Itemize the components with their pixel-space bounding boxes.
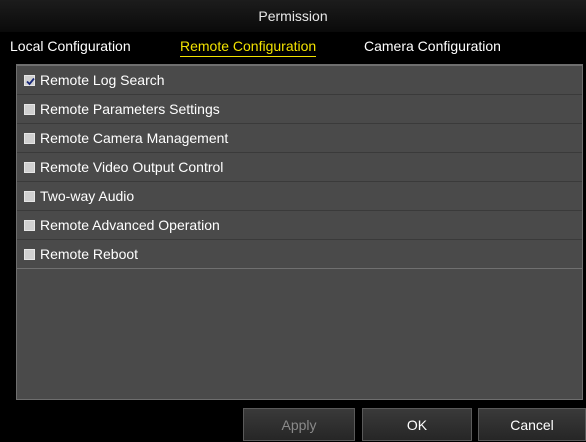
tab-local-configuration[interactable]: Local Configuration (10, 34, 131, 60)
permission-item-remote-log-search[interactable]: Remote Log Search (17, 65, 582, 95)
permission-item-remote-advanced-operation[interactable]: Remote Advanced Operation (17, 211, 582, 240)
permission-label: Remote Reboot (40, 246, 139, 262)
permission-label: Remote Parameters Settings (40, 101, 220, 117)
tab-label: Remote Configuration (180, 38, 317, 54)
permission-label: Remote Camera Management (40, 130, 229, 146)
checkbox-empty[interactable] (24, 191, 35, 202)
permission-item-remote-video-output-control[interactable]: Remote Video Output Control (17, 153, 582, 182)
tab-camera-configuration[interactable]: Camera Configuration (364, 34, 501, 60)
permission-item-remote-camera-management[interactable]: Remote Camera Management (17, 124, 582, 153)
checkbox-empty[interactable] (24, 162, 35, 173)
permission-dialog: Permission Local Configuration Remote Co… (0, 0, 586, 441)
permission-item-remote-parameters-settings[interactable]: Remote Parameters Settings (17, 95, 582, 124)
tab-remote-configuration[interactable]: Remote Configuration (180, 34, 317, 60)
cancel-button[interactable]: Cancel (478, 408, 586, 441)
tab-bar: Local Configuration Remote Configuration… (0, 34, 586, 60)
tab-label: Camera Configuration (364, 38, 501, 54)
checkbox-empty[interactable] (24, 133, 35, 144)
permission-item-two-way-audio[interactable]: Two-way Audio (17, 182, 582, 211)
tab-underline (180, 56, 317, 57)
tab-label: Local Configuration (10, 38, 131, 54)
permission-label: Remote Advanced Operation (40, 217, 220, 233)
dialog-title: Permission (0, 0, 586, 32)
permission-label: Remote Video Output Control (40, 159, 224, 175)
apply-button[interactable]: Apply (243, 408, 355, 441)
checkbox-empty[interactable] (24, 249, 35, 260)
checkmark-icon[interactable] (24, 75, 35, 86)
permission-label: Two-way Audio (40, 188, 135, 204)
permission-panel: Remote Log Search Remote Parameters Sett… (16, 64, 583, 400)
permission-label: Remote Log Search (40, 72, 165, 88)
button-bar: Apply OK Cancel (0, 404, 586, 441)
ok-button[interactable]: OK (362, 408, 472, 441)
permission-list: Remote Log Search Remote Parameters Sett… (17, 65, 582, 269)
checkbox-empty[interactable] (24, 220, 35, 231)
checkbox-empty[interactable] (24, 104, 35, 115)
permission-item-remote-reboot[interactable]: Remote Reboot (17, 240, 582, 269)
